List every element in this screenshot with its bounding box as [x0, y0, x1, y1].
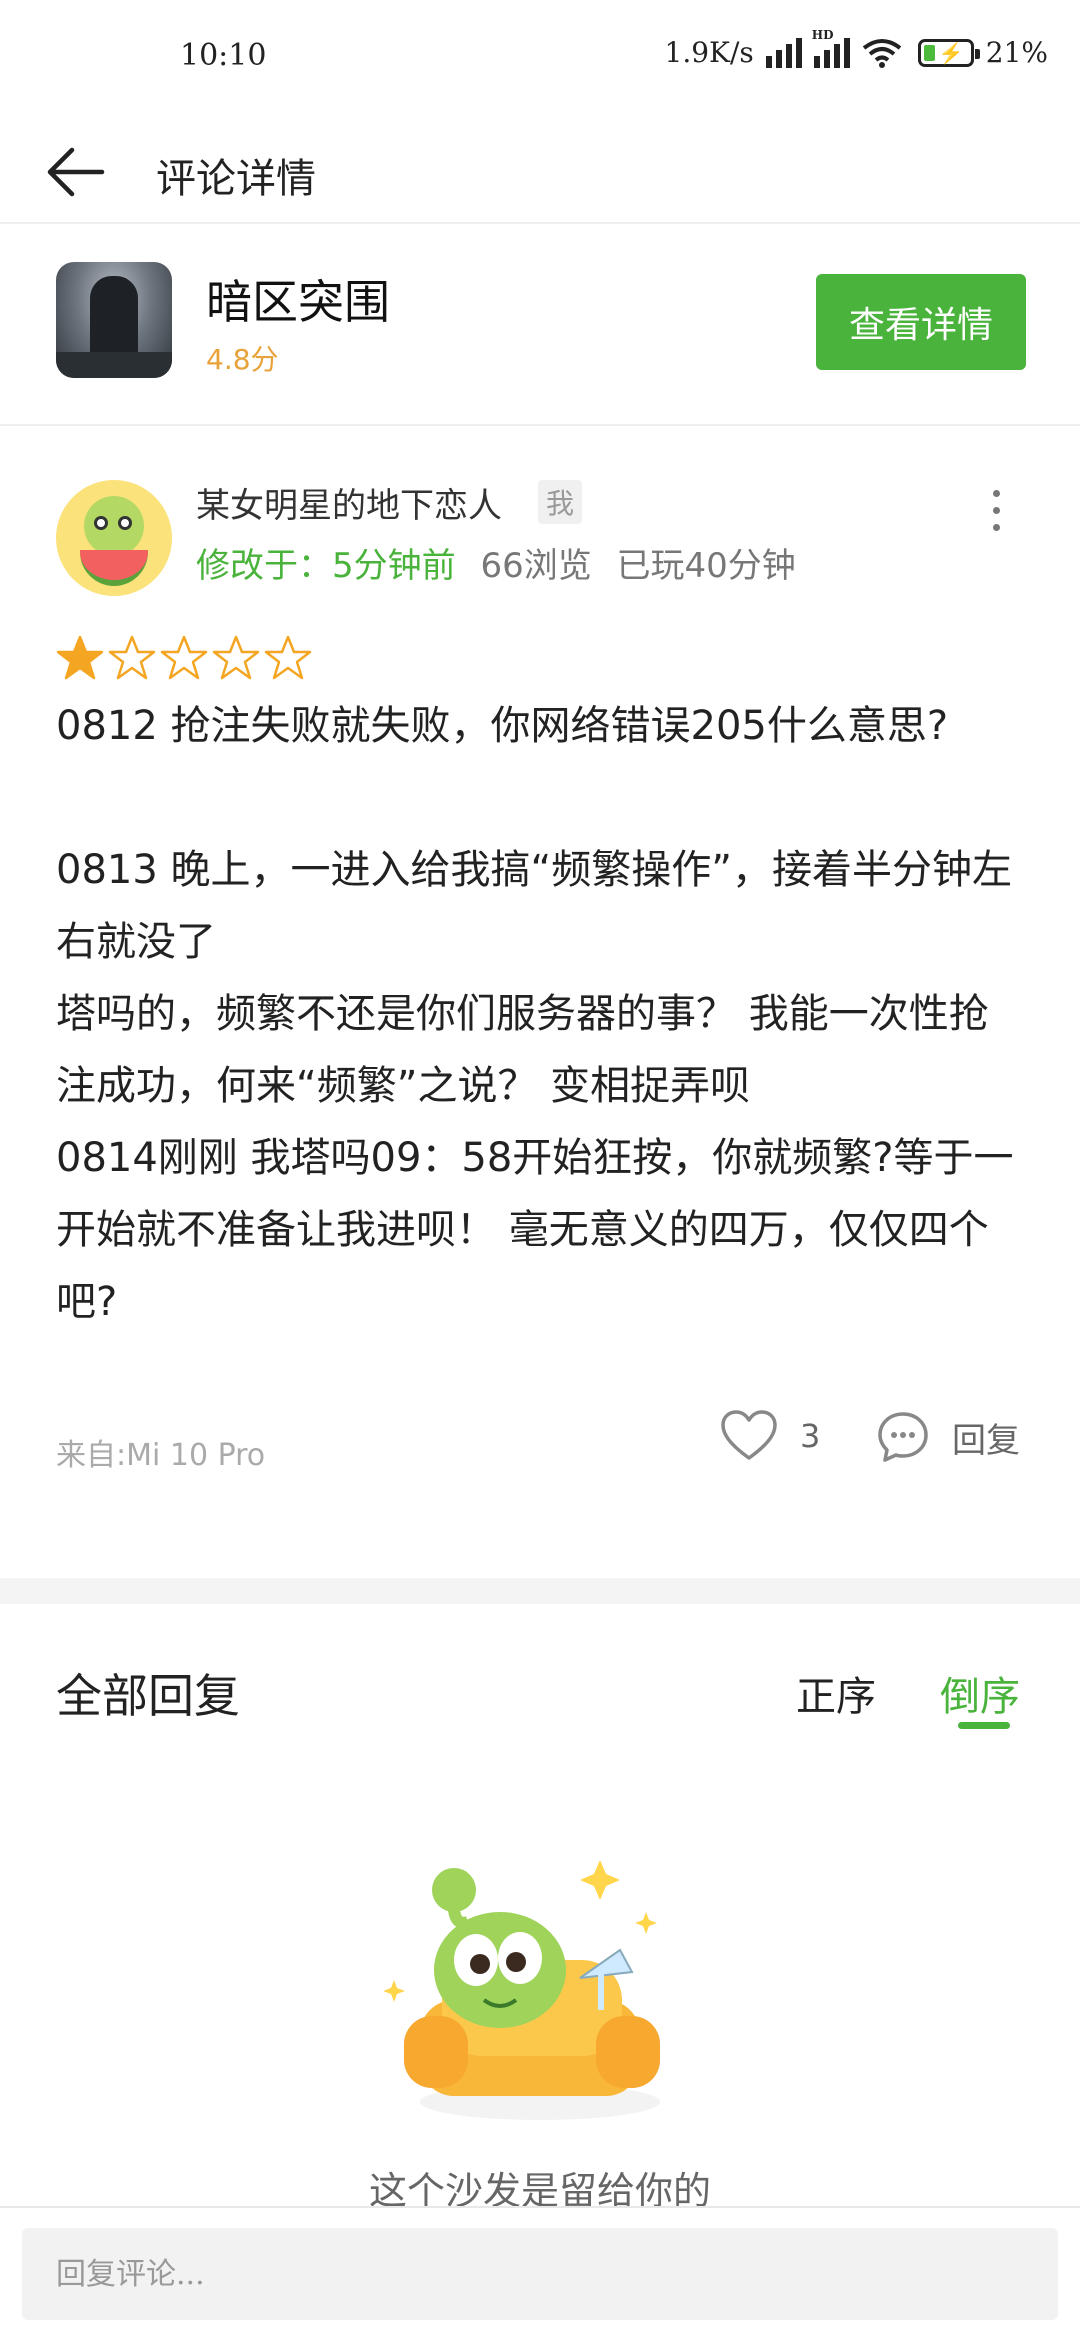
reply-button[interactable]: 回复 — [876, 1410, 1020, 1464]
star-empty-icon — [160, 635, 208, 680]
app-card[interactable]: 暗区突围 4.8分 查看详情 — [0, 226, 1080, 426]
empty-sofa-illustration — [384, 1860, 660, 2120]
bottom-reply-bar — [0, 2206, 1080, 2340]
comment-username[interactable]: 某女明星的地下恋人 — [196, 478, 502, 527]
battery-charging-icon: ⚡ — [917, 38, 980, 67]
network-speed: 1.9K/s — [664, 36, 754, 69]
comment-card: 某女明星的地下恋人 我 修改于：5分钟前 66浏览 已玩40分钟 0812 抢注… — [0, 428, 1080, 1580]
heart-icon[interactable] — [720, 1410, 778, 1462]
status-bar: 10:10 1.9K/s HD ⚡ 21% — [0, 0, 1080, 120]
reply-comment-input[interactable] — [22, 2228, 1058, 2320]
app-score: 4.8分 — [206, 343, 279, 376]
me-badge: 我 — [538, 480, 582, 524]
page-title: 评论详情 — [156, 156, 316, 202]
view-count: 66浏览 — [480, 546, 592, 586]
sort-ascending-tab[interactable]: 正序 — [796, 1664, 876, 1722]
comment-meta: 修改于：5分钟前 66浏览 已玩40分钟 — [196, 538, 796, 587]
signal-icon — [765, 37, 802, 68]
star-empty-icon — [264, 635, 312, 680]
app-icon[interactable] — [56, 262, 172, 378]
sort-descending-tab[interactable]: 倒序 — [940, 1664, 1020, 1722]
like-button[interactable]: 3 — [720, 1410, 820, 1462]
comment-bubble-icon[interactable] — [876, 1410, 930, 1464]
arrow-left-icon[interactable] — [42, 142, 106, 202]
star-empty-icon — [212, 635, 260, 680]
star-filled-icon — [56, 635, 104, 680]
top-app-bar: 评论详情 — [0, 120, 1080, 224]
star-rating — [56, 634, 312, 682]
device-label: 来自:Mi 10 Pro — [56, 1438, 266, 1473]
app-name[interactable]: 暗区突围 — [206, 266, 390, 332]
active-sort-indicator — [958, 1722, 1010, 1729]
hd-signal-icon: HD — [812, 28, 850, 68]
avatar[interactable] — [56, 480, 172, 596]
play-time: 已玩40分钟 — [616, 546, 796, 586]
all-replies-title: 全部回复 — [56, 1669, 240, 1723]
like-count: 3 — [800, 1417, 821, 1455]
status-time: 10:10 — [180, 38, 267, 73]
reply-label: 回复 — [952, 1420, 1020, 1461]
view-details-button[interactable]: 查看详情 — [816, 274, 1026, 370]
comment-text: 0812 抢注失败就失败，你网络错误205什么意思? 0813 晚上，一进入给我… — [56, 703, 1014, 1325]
section-divider — [0, 1578, 1080, 1604]
status-icons: 1.9K/s HD ⚡ 21% — [664, 28, 1048, 70]
wifi-icon — [862, 38, 901, 68]
modified-time: 修改于：5分钟前 — [196, 546, 456, 586]
battery-percent: 21% — [985, 36, 1048, 69]
star-empty-icon — [108, 635, 156, 680]
more-options-icon[interactable] — [984, 484, 1008, 544]
